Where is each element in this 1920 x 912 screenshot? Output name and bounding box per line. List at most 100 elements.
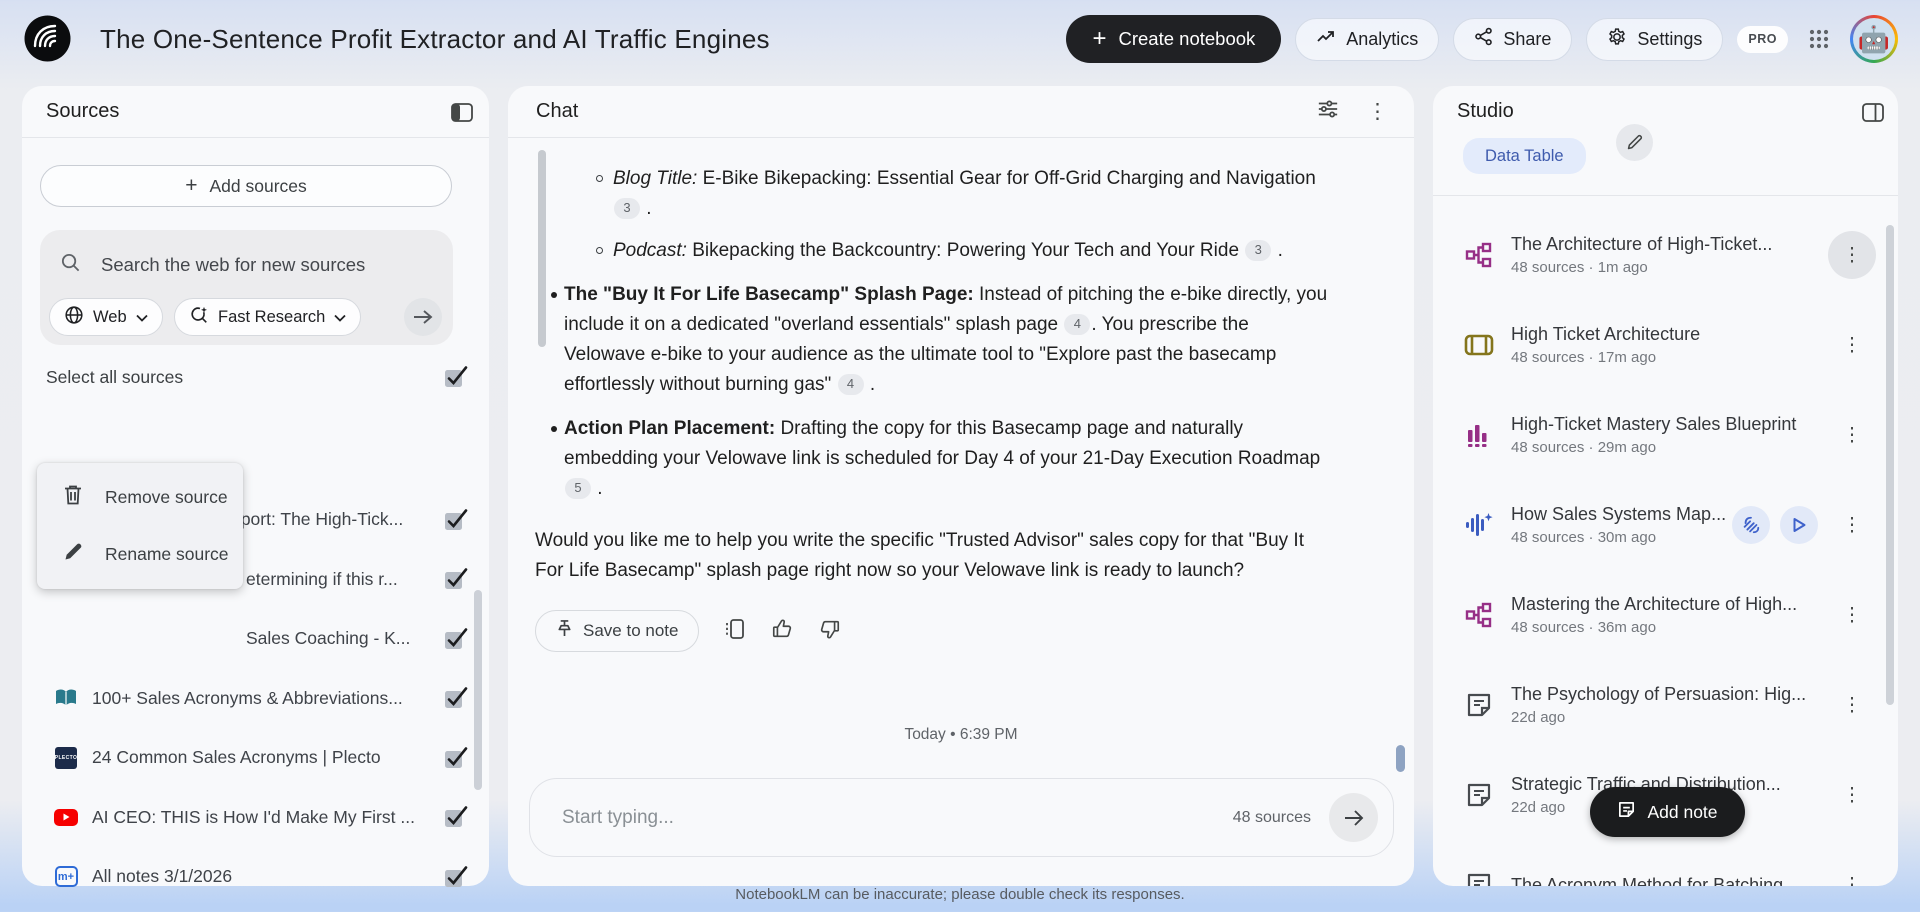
source-count-badge: 48 sources [1232, 808, 1311, 826]
remove-source-menu-item[interactable]: Remove source [37, 469, 243, 526]
citation-chip[interactable]: 3 [614, 197, 640, 219]
bullet-marker [596, 247, 603, 254]
chat-scrollbar[interactable] [538, 150, 546, 347]
thumbs-up-icon[interactable] [771, 618, 793, 645]
studio-artifact-row[interactable]: The Psychology of Persuasion: Hig... 22d … [1433, 660, 1898, 750]
source-checkbox[interactable] [443, 507, 469, 533]
more-options-icon[interactable]: ⋮ [1367, 99, 1388, 124]
search-submit-button[interactable] [404, 298, 442, 336]
select-all-checkbox[interactable] [443, 364, 469, 390]
notebook-title[interactable]: The One-Sentence Profit Extractor and AI… [100, 24, 770, 55]
note-icon [1617, 800, 1636, 824]
play-button[interactable] [1780, 506, 1818, 544]
menu-item-label: Remove source [105, 487, 228, 507]
collapse-panel-icon[interactable] [449, 99, 475, 125]
studio-scrollbar[interactable] [1886, 225, 1894, 705]
studio-panel-title: Studio [1457, 100, 1514, 122]
thumbs-down-icon[interactable] [819, 618, 841, 645]
studio-artifact-row[interactable]: High-Ticket Mastery Sales Blueprint 48 so… [1433, 390, 1898, 480]
source-checkbox[interactable] [443, 566, 469, 592]
send-button[interactable] [1329, 793, 1378, 842]
apps-grid-icon[interactable] [1802, 22, 1836, 56]
create-notebook-button[interactable]: + Create notebook [1066, 15, 1282, 63]
citation-chip[interactable]: 5 [565, 477, 591, 499]
select-all-sources-row[interactable]: Select all sources [46, 360, 469, 394]
source-checkbox[interactable] [443, 745, 469, 771]
interactive-mode-button[interactable] [1732, 506, 1770, 544]
artifact-meta: 48 sources · 29m ago [1511, 439, 1657, 456]
source-checkbox[interactable] [443, 804, 469, 830]
sparkle-search-icon [189, 305, 209, 330]
research-mode-dropdown[interactable]: Fast Research [174, 298, 362, 336]
source-list-item[interactable]: Sales Coaching - K... [22, 609, 489, 669]
plus-icon: + [185, 174, 198, 197]
more-options-icon[interactable]: ⋮ [1828, 321, 1876, 369]
source-list-item[interactable]: PLECTO 24 Common Sales Acronyms | Plecto [22, 728, 489, 788]
research-chip-label: Fast Research [218, 307, 326, 326]
bullet-marker [551, 292, 557, 298]
add-note-button[interactable]: Add note [1590, 787, 1745, 837]
chat-scroll-indicator[interactable] [1396, 745, 1405, 772]
rename-source-menu-item[interactable]: Rename source [37, 526, 243, 583]
collapse-panel-icon[interactable] [1860, 99, 1886, 125]
citation-chip[interactable]: 4 [1064, 313, 1091, 335]
artifact-title: High-Ticket Mastery Sales Blueprint [1511, 414, 1797, 434]
chat-bullet-item: Podcast: Bikepacking the Backcountry: Po… [596, 236, 1325, 266]
source-list-item[interactable]: m+All notes 3/1/2026 [22, 907, 489, 912]
more-options-icon[interactable]: ⋮ [1828, 231, 1876, 279]
studio-artifact-row[interactable]: Mastering the Architecture of High... 48 … [1433, 570, 1898, 660]
source-title: 24 Common Sales Acronyms | Plecto [92, 747, 381, 768]
studio-artifact-row[interactable]: The Architecture of High-Ticket... 48 sou… [1433, 210, 1898, 300]
copy-icon[interactable] [725, 617, 745, 646]
notebooklm-app: The One-Sentence Profit Extractor and AI… [0, 0, 1920, 912]
more-options-icon[interactable]: ⋮ [1828, 771, 1876, 819]
top-bar: The One-Sentence Profit Extractor and AI… [0, 0, 1920, 86]
source-context-menu: Remove source Rename source [37, 463, 243, 589]
citation-chip[interactable]: 4 [837, 373, 864, 395]
note-icon [1463, 692, 1495, 718]
more-options-icon[interactable]: ⋮ [1828, 861, 1876, 887]
sources-scrollbar[interactable] [474, 590, 482, 790]
chat-timestamp: Today • 6:39 PM [904, 726, 1018, 743]
plus-icon: + [1092, 25, 1107, 52]
share-button[interactable]: Share [1453, 17, 1573, 61]
more-options-icon[interactable]: ⋮ [1828, 681, 1876, 729]
search-input[interactable]: Search the web for new sources [101, 254, 365, 276]
source-checkbox[interactable] [443, 626, 469, 652]
more-options-icon[interactable]: ⋮ [1828, 501, 1876, 549]
chat-input[interactable] [562, 806, 1233, 829]
source-title: AI CEO: THIS is How I'd Make My First ..… [92, 806, 415, 827]
create-notebook-label: Create notebook [1118, 28, 1256, 49]
tune-settings-icon[interactable] [1317, 98, 1339, 125]
artifact-meta: 22d ago [1511, 709, 1566, 726]
data-table-chip[interactable]: Data Table [1463, 138, 1586, 174]
save-to-note-label: Save to note [583, 621, 679, 640]
note-icon [1463, 782, 1495, 808]
studio-artifact-row[interactable]: The Acronym Method for Batching... ⋮ [1433, 840, 1898, 886]
more-options-icon[interactable]: ⋮ [1828, 591, 1876, 639]
source-checkbox[interactable] [443, 685, 469, 711]
chat-input-box: 48 sources [529, 778, 1394, 857]
citation-chip[interactable]: 3 [1245, 239, 1272, 261]
assistant-message: Blog Title: E-Bike Bikepacking: Essentia… [508, 138, 1414, 586]
source-list-item[interactable]: 100+ Sales Acronyms & Abbreviations... [22, 669, 489, 729]
web-source-dropdown[interactable]: Web [49, 298, 163, 336]
save-to-note-button[interactable]: Save to note [535, 610, 700, 652]
more-options-icon[interactable]: ⋮ [1828, 411, 1876, 459]
notebooklm-logo-icon[interactable] [24, 15, 71, 62]
studio-artifact-row[interactable]: How Sales Systems Map... 48 sources · 30m… [1433, 480, 1898, 570]
studio-artifact-row[interactable]: High Ticket Architecture 48 sources · 17m… [1433, 300, 1898, 390]
add-sources-button[interactable]: + Add sources [40, 165, 452, 207]
web-search-card: Search the web for new sources Web Fast … [40, 230, 453, 345]
account-avatar[interactable]: 🤖 [1850, 15, 1898, 63]
bar-chart-icon [1463, 422, 1495, 448]
analytics-button[interactable]: Analytics [1295, 17, 1440, 61]
settings-button[interactable]: Settings [1586, 17, 1724, 61]
source-title: 100+ Sales Acronyms & Abbreviations... [92, 687, 403, 708]
source-title: All notes 3/1/2026 [92, 866, 233, 887]
web-chip-label: Web [93, 307, 127, 326]
settings-label: Settings [1637, 28, 1703, 49]
edit-icon[interactable] [1616, 124, 1653, 161]
plecto-icon: PLECTO [54, 746, 78, 770]
source-list-item[interactable]: AI CEO: THIS is How I'd Make My First ..… [22, 788, 489, 848]
